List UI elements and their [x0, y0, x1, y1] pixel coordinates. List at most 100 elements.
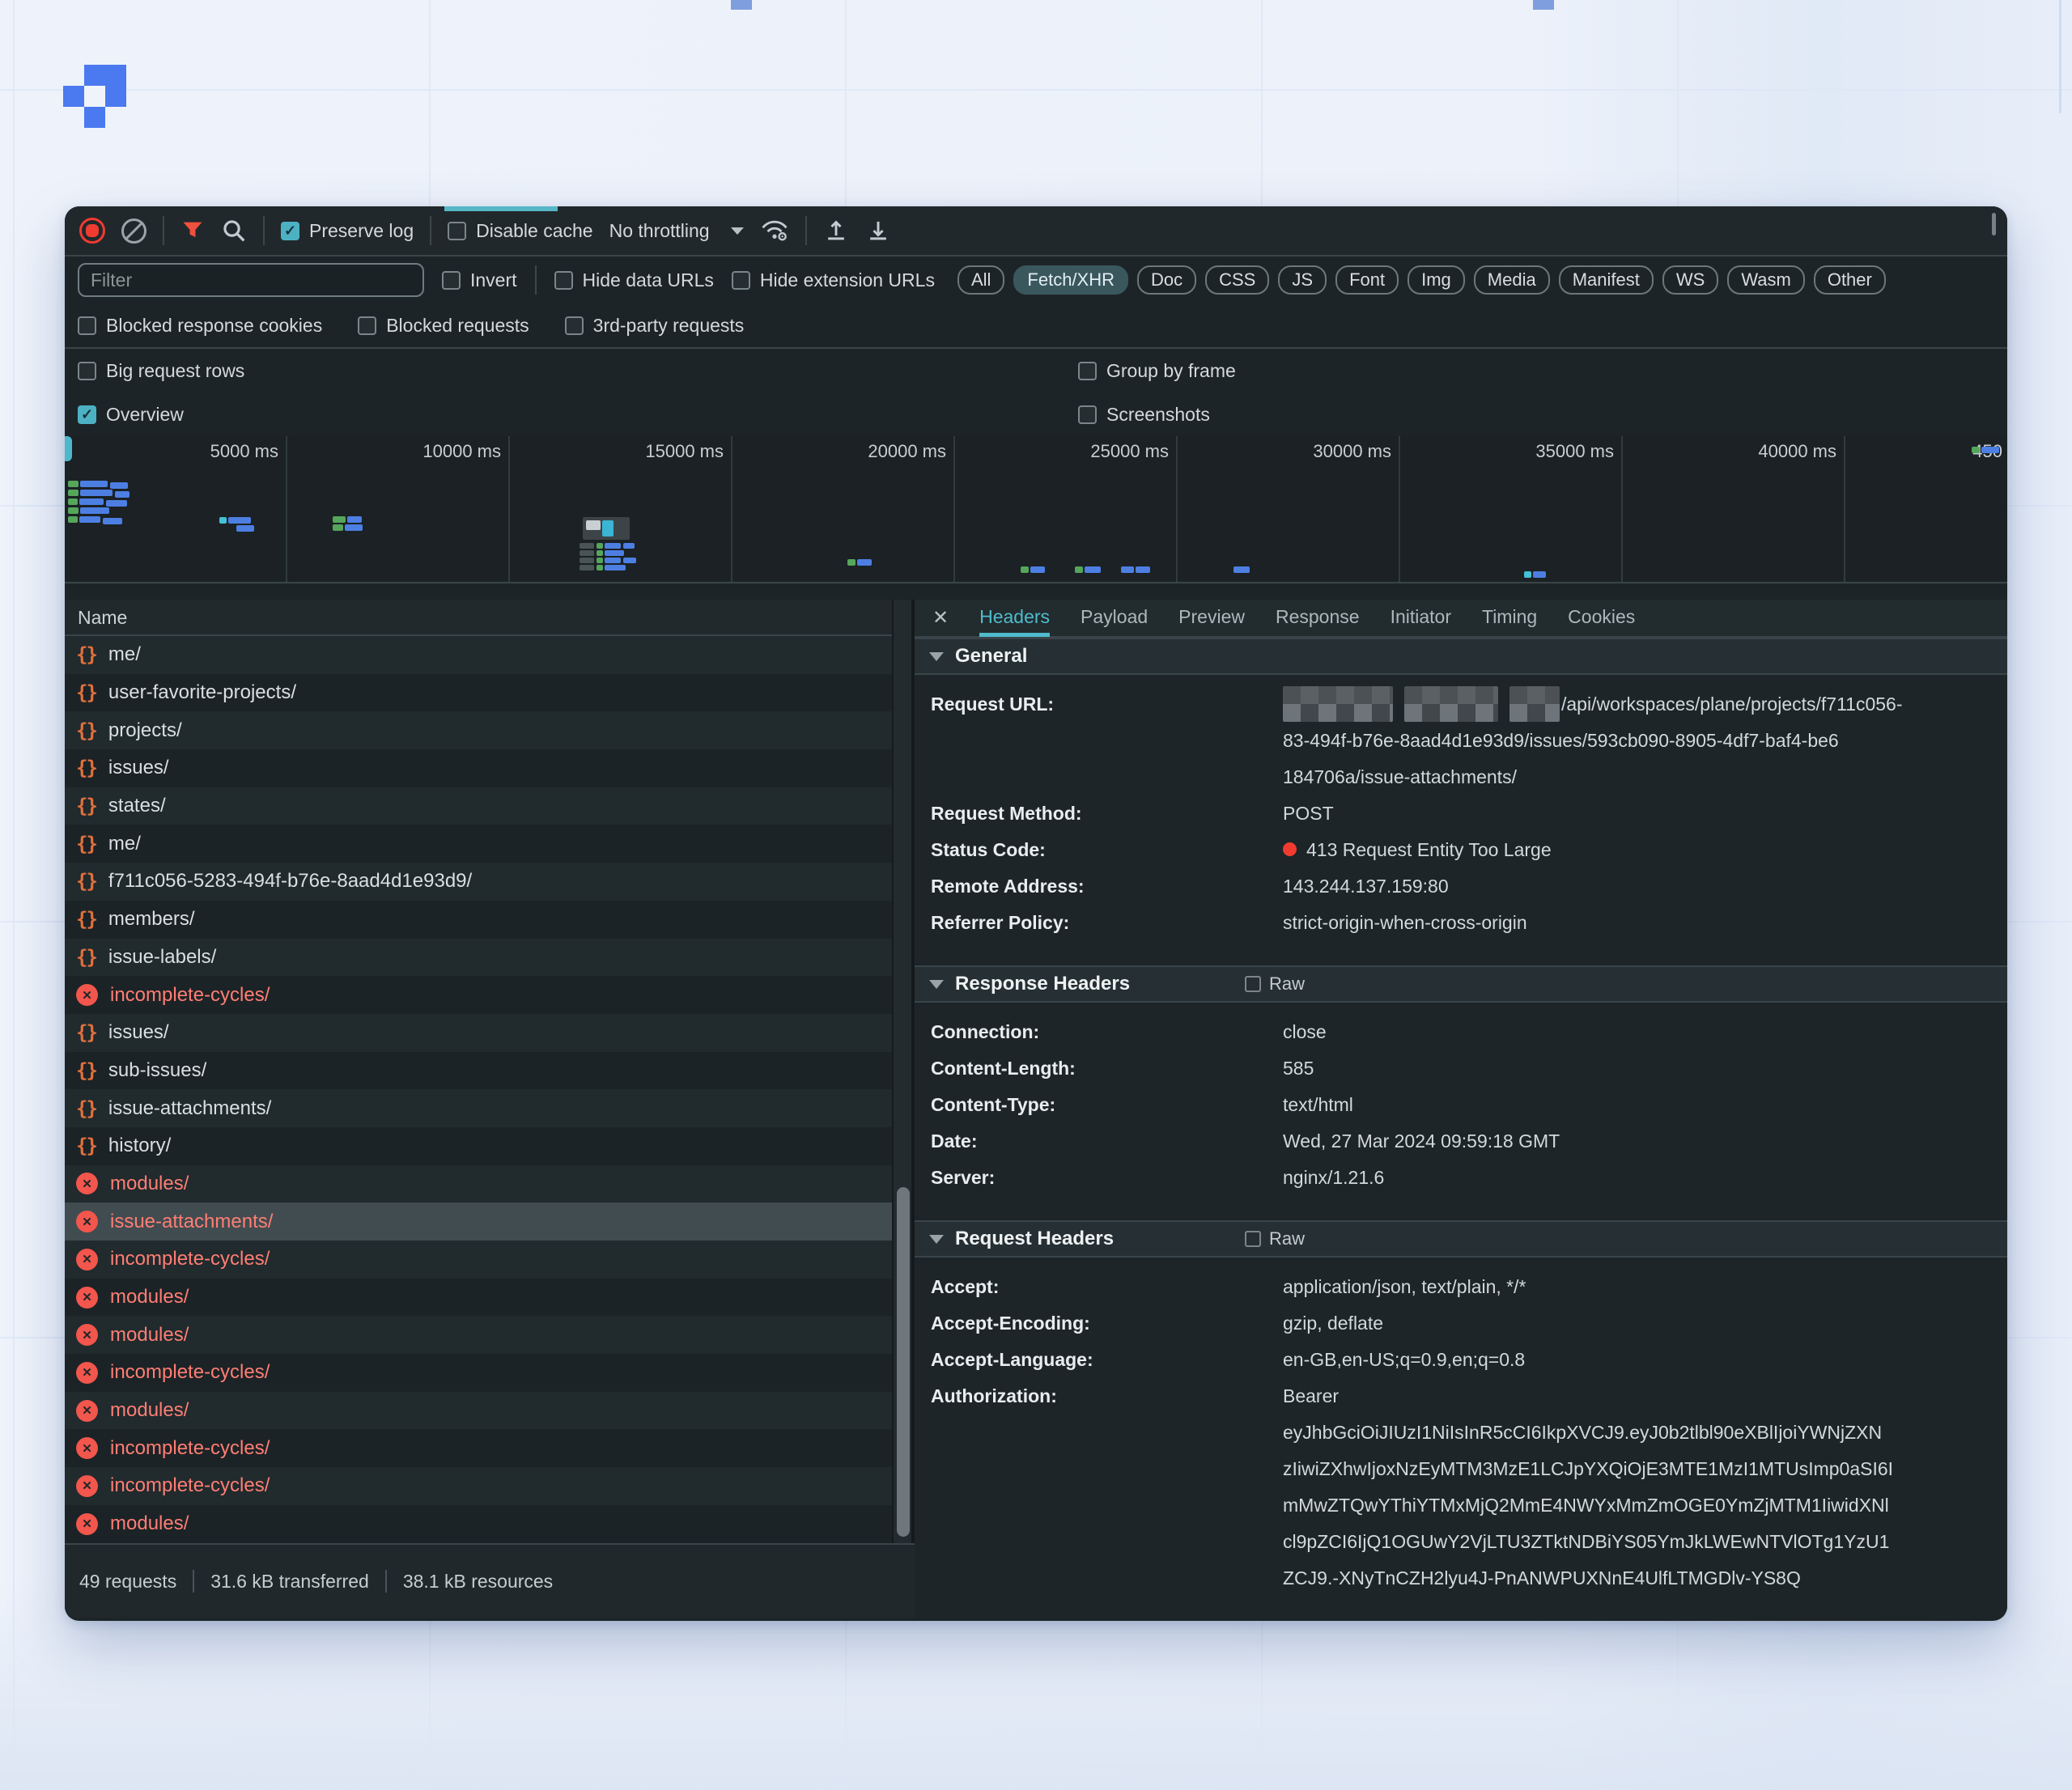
bearer-token-lines: eyJhbGciOiJIUzI1NiIsInR5cCI6IkpXVCJ9.eyJ… — [1283, 1415, 1988, 1597]
request-row[interactable]: {} ✕ modules/ — [65, 1279, 892, 1317]
blocked-requests-checkbox[interactable] — [358, 316, 376, 335]
request-name: issues/ — [108, 1021, 169, 1044]
resource-type-pill[interactable]: Media — [1474, 265, 1550, 295]
search-icon[interactable] — [221, 218, 247, 244]
request-row[interactable]: {} ✕ f711c056-5283-494f-b76e-8aad4d1e93d… — [65, 863, 892, 901]
request-url-value: /api/workspaces/plane/projects/f711c056-… — [1283, 686, 1988, 795]
resource-type-pill[interactable]: Doc — [1137, 265, 1196, 295]
preserve-log-option[interactable]: ✓ Preserve log — [281, 220, 414, 242]
details-tab[interactable]: Initiator — [1391, 600, 1451, 637]
screenshots-option[interactable]: Screenshots — [1078, 404, 1210, 426]
close-icon[interactable]: ✕ — [932, 606, 949, 630]
filter-input[interactable] — [78, 263, 424, 297]
export-har-icon[interactable] — [865, 218, 891, 244]
request-method-row: Request Method: POST — [931, 795, 1988, 832]
request-row[interactable]: {} ✕ members/ — [65, 901, 892, 939]
request-headers-body: Accept: application/json, text/plain, */… — [915, 1258, 2007, 1618]
hide-extension-urls-checkbox[interactable] — [732, 271, 750, 290]
logo-block-bottom — [84, 107, 105, 128]
third-party-requests-option[interactable]: 3rd-party requests — [565, 315, 745, 337]
active-panel-tab-indicator — [444, 206, 558, 211]
third-party-requests-checkbox[interactable] — [565, 316, 584, 335]
resource-type-pill[interactable]: Manifest — [1559, 265, 1654, 295]
scrollbar-thumb[interactable] — [1992, 213, 1996, 235]
resource-type-pill[interactable]: Font — [1335, 265, 1399, 295]
request-row[interactable]: {} ✕ sub-issues/ — [65, 1052, 892, 1090]
response-headers-raw-option[interactable]: Raw — [1245, 973, 1305, 995]
resource-type-pill[interactable]: Wasm — [1727, 265, 1805, 295]
hide-extension-urls-option[interactable]: Hide extension URLs — [732, 269, 935, 291]
details-tab[interactable]: Headers — [979, 600, 1050, 637]
big-request-rows-option[interactable]: Big request rows — [78, 360, 244, 382]
invert-checkbox[interactable] — [442, 271, 461, 290]
request-row[interactable]: {} ✕ history/ — [65, 1127, 892, 1165]
general-section-header[interactable]: General — [915, 638, 2007, 675]
filter-icon[interactable] — [180, 218, 205, 243]
hide-data-urls-option[interactable]: Hide data URLs — [554, 269, 714, 291]
response-raw-checkbox[interactable] — [1245, 976, 1261, 992]
details-tab[interactable]: Timing — [1482, 600, 1537, 637]
request-row[interactable]: {} ✕ incomplete-cycles/ — [65, 976, 892, 1014]
request-row[interactable]: {} ✕ modules/ — [65, 1165, 892, 1203]
desktop-accent-square — [1533, 0, 1554, 10]
disable-cache-checkbox[interactable] — [448, 222, 466, 240]
request-row[interactable]: {} ✕ issues/ — [65, 749, 892, 787]
request-headers-section-header[interactable]: Request Headers Raw — [915, 1220, 2007, 1258]
overview-checkbox[interactable]: ✓ — [78, 405, 96, 424]
request-row[interactable]: {} ✕ issues/ — [65, 1014, 892, 1052]
request-row[interactable]: {} ✕ issue-labels/ — [65, 939, 892, 977]
overview-option[interactable]: ✓ Overview — [78, 404, 184, 426]
invert-option[interactable]: Invert — [442, 269, 517, 291]
request-row[interactable]: {} ✕ modules/ — [65, 1505, 892, 1543]
details-tab[interactable]: Cookies — [1568, 600, 1635, 637]
request-row[interactable]: {} ✕ user-favorite-projects/ — [65, 674, 892, 712]
resource-type-pill[interactable]: All — [957, 265, 1004, 295]
group-by-frame-checkbox[interactable] — [1078, 362, 1097, 380]
resource-type-pill[interactable]: CSS — [1205, 265, 1269, 295]
request-headers-raw-option[interactable]: Raw — [1245, 1228, 1305, 1249]
response-headers-section-header[interactable]: Response Headers Raw — [915, 965, 2007, 1003]
throttling-dropdown[interactable]: No throttling — [609, 220, 744, 242]
details-tab[interactable]: Preview — [1178, 600, 1245, 637]
network-overview-timeline[interactable]: 5000 ms 10000 ms 15000 ms 20000 ms 25000… — [65, 436, 2007, 583]
blocked-response-cookies-option[interactable]: Blocked response cookies — [78, 315, 322, 337]
blocked-response-cookies-checkbox[interactable] — [78, 316, 96, 335]
request-row[interactable]: {} ✕ issue-attachments/ — [65, 1203, 892, 1241]
request-row[interactable]: {} ✕ me/ — [65, 825, 892, 863]
hide-data-urls-checkbox[interactable] — [554, 271, 573, 290]
resource-type-pill[interactable]: JS — [1278, 265, 1327, 295]
clear-network-log-button[interactable] — [121, 218, 146, 244]
request-row[interactable]: {} ✕ projects/ — [65, 711, 892, 749]
request-row[interactable]: {} ✕ modules/ — [65, 1392, 892, 1430]
group-by-frame-option[interactable]: Group by frame — [1078, 360, 1236, 382]
request-row[interactable]: {} ✕ incomplete-cycles/ — [65, 1354, 892, 1392]
blocked-requests-option[interactable]: Blocked requests — [358, 315, 529, 337]
screenshots-checkbox[interactable] — [1078, 405, 1097, 424]
network-conditions-icon[interactable] — [760, 218, 789, 244]
request-row[interactable]: {} ✕ incomplete-cycles/ — [65, 1429, 892, 1467]
request-row[interactable]: {} ✕ modules/ — [65, 1316, 892, 1354]
request-row[interactable]: {} ✕ states/ — [65, 787, 892, 825]
timeline-tick-cells: 5000 ms 10000 ms 15000 ms 20000 ms 25000… — [65, 436, 2007, 582]
request-row[interactable]: {} ✕ me/ — [65, 636, 892, 674]
request-raw-label: Raw — [1269, 1228, 1305, 1249]
disable-cache-option[interactable]: Disable cache — [448, 220, 592, 242]
request-row[interactable]: {} ✕ issue-attachments/ — [65, 1089, 892, 1127]
import-har-icon[interactable] — [823, 218, 849, 244]
resource-type-pill[interactable]: Img — [1408, 265, 1465, 295]
resource-type-pill[interactable]: WS — [1662, 265, 1718, 295]
record-network-log-button[interactable] — [79, 218, 105, 244]
request-row[interactable]: {} ✕ incomplete-cycles/ — [65, 1467, 892, 1505]
big-request-rows-checkbox[interactable] — [78, 362, 96, 380]
details-tab[interactable]: Payload — [1081, 600, 1148, 637]
preserve-log-checkbox[interactable]: ✓ — [281, 222, 299, 240]
name-column-header[interactable]: Name — [65, 600, 892, 636]
resource-type-pill[interactable]: Other — [1814, 265, 1886, 295]
details-tab[interactable]: Response — [1276, 600, 1360, 637]
resource-type-pill[interactable]: Fetch/XHR — [1013, 265, 1128, 295]
request-raw-checkbox[interactable] — [1245, 1231, 1261, 1247]
request-row[interactable]: {} ✕ incomplete-cycles/ — [65, 1241, 892, 1279]
scrollbar-thumb[interactable] — [897, 1187, 910, 1537]
request-list-scrollbar[interactable] — [892, 600, 911, 1543]
overview-drag-handle[interactable] — [65, 436, 72, 461]
